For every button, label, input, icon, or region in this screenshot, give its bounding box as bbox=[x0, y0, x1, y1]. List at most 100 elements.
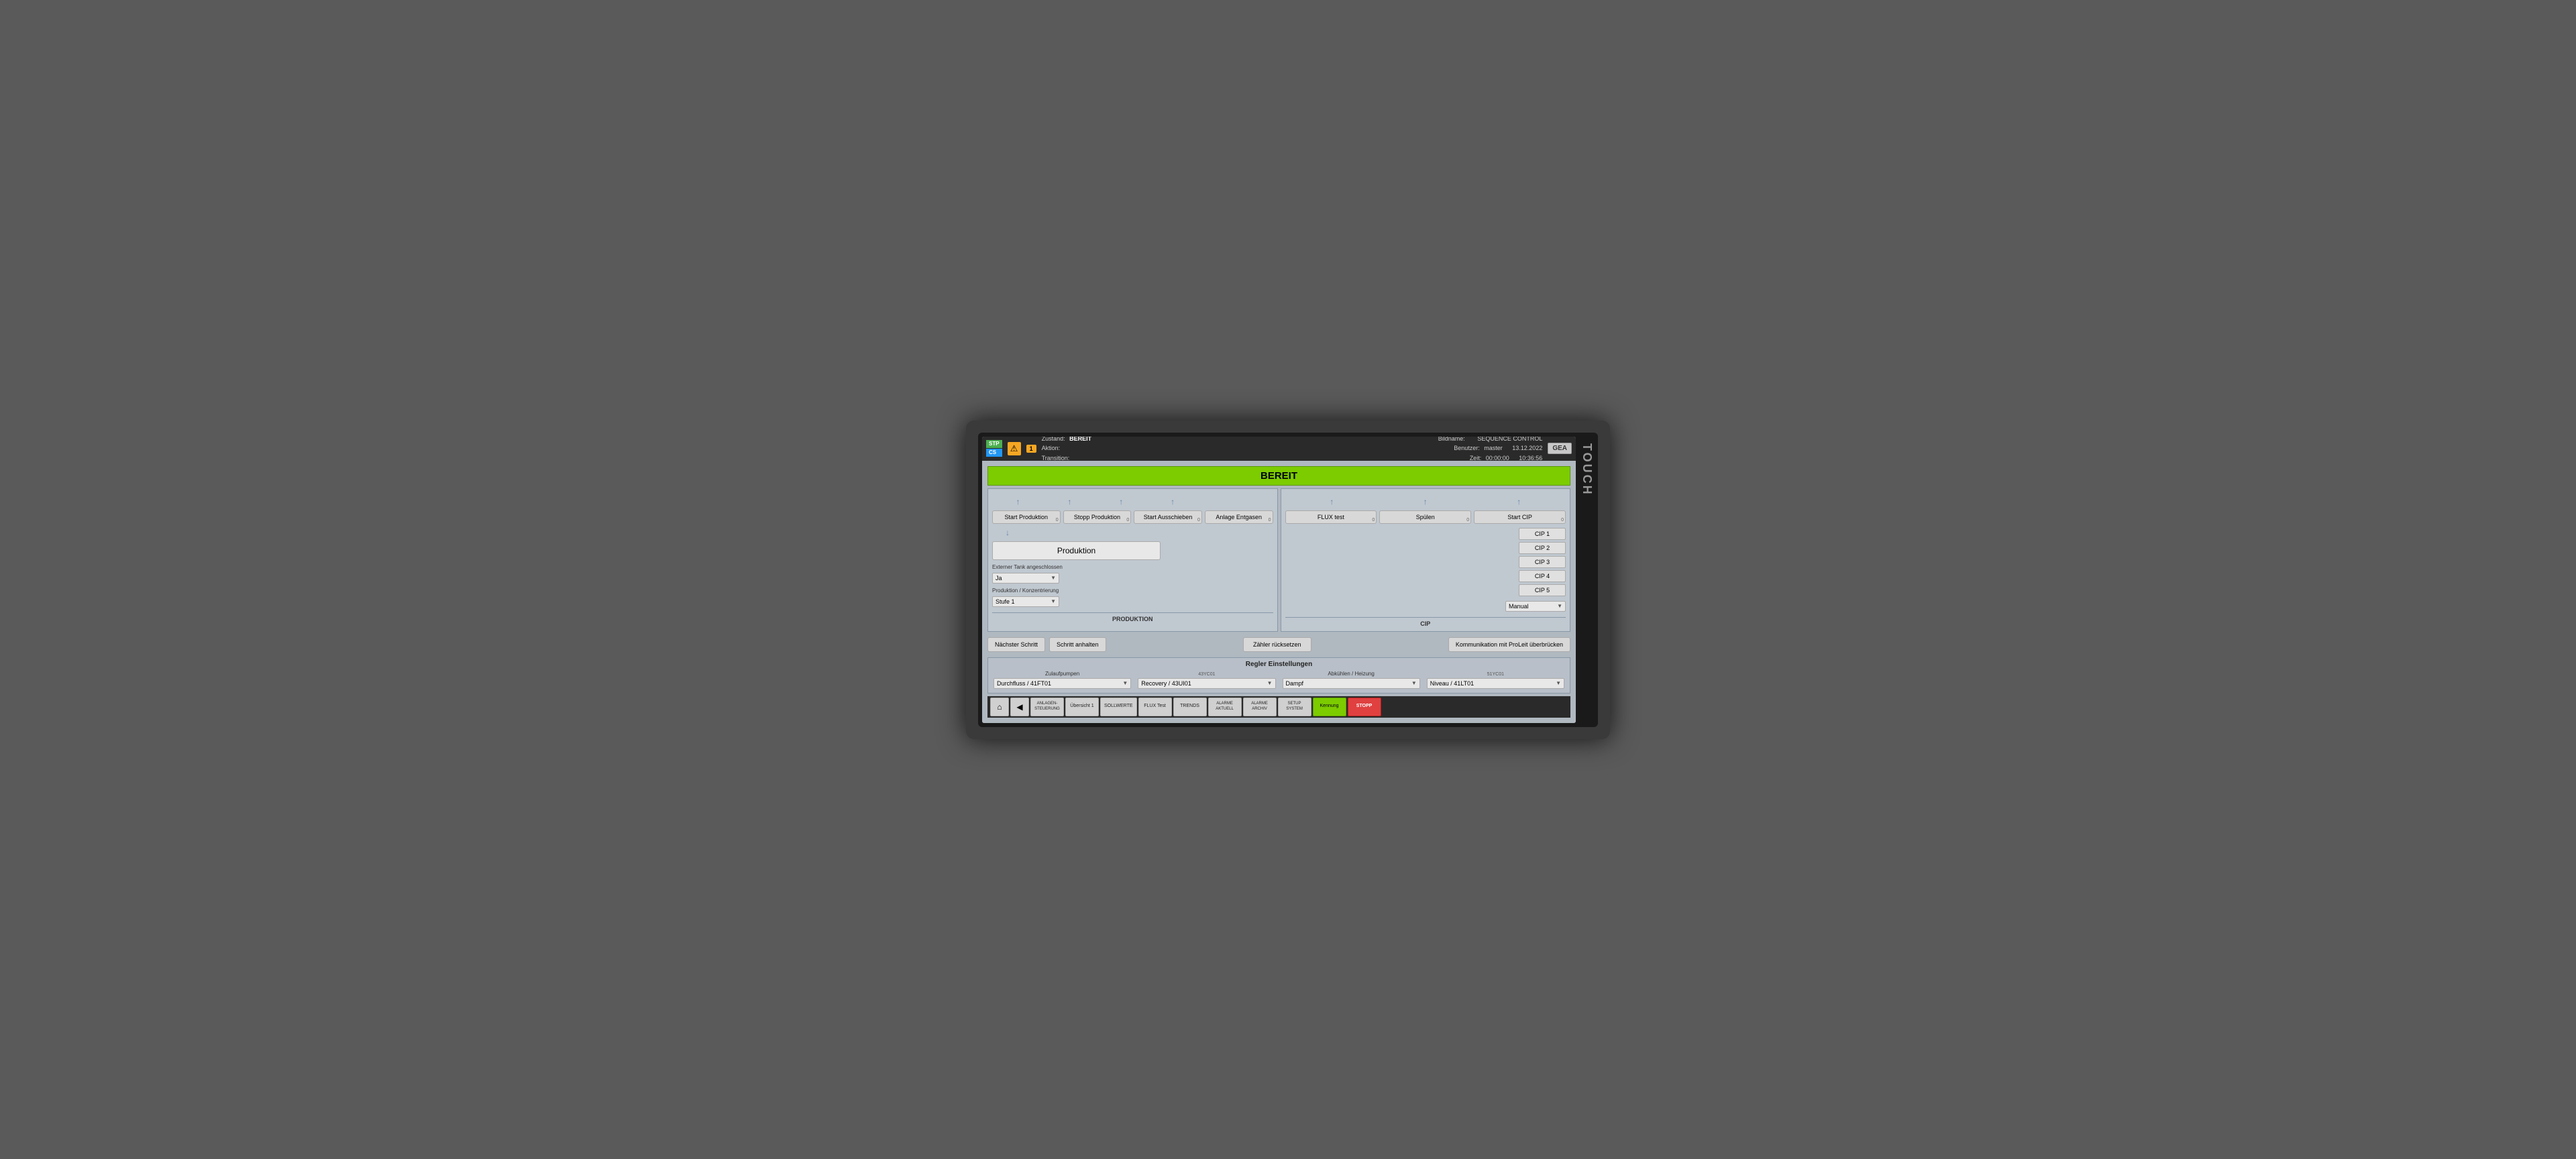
ext-tank-label: Externer Tank angeschlossen bbox=[992, 564, 1273, 570]
start-cip-btn[interactable]: Start CIP 0 bbox=[1474, 510, 1566, 524]
transition-label: Transition: bbox=[1042, 455, 1070, 461]
zaehler-ruecksetzen-btn[interactable]: Zähler rücksetzen bbox=[1243, 637, 1311, 652]
start-produktion-btn[interactable]: Start Produktion 0 bbox=[992, 510, 1061, 524]
regler-row: Zulaufpumpen Durchfluss / 41FT01 ▼ 43YC0… bbox=[994, 671, 1564, 689]
arrow-up-4: ↑ bbox=[1171, 497, 1175, 506]
warning-icon[interactable]: ⚠ bbox=[1008, 442, 1021, 455]
abkuehlung-value: Dampf bbox=[1286, 680, 1304, 687]
regler-section: Regler Einstellungen Zulaufpumpen Durchf… bbox=[987, 657, 1570, 694]
prod-konz-label: Produktion / Konzentrierung bbox=[992, 588, 1273, 594]
nav-stopp[interactable]: STOPP bbox=[1348, 698, 1381, 716]
produktion-btn-row: Start Produktion 0 Stopp Produktion 0 St… bbox=[992, 510, 1273, 524]
zeit-value: 00:00:00 bbox=[1486, 455, 1509, 461]
arrow-up-1: ↑ bbox=[1016, 497, 1020, 506]
cip-spacer bbox=[1285, 528, 1502, 612]
chevron-43yc01: ▼ bbox=[1267, 680, 1273, 686]
home-btn[interactable]: ⌂ bbox=[990, 698, 1009, 716]
nav-kennung[interactable]: Kennung bbox=[1313, 698, 1346, 716]
arrow-down-1: ↓ bbox=[1006, 528, 1010, 537]
ext-tank-value: Ja bbox=[996, 575, 1002, 582]
benutzer-label: Benutzer: bbox=[1454, 445, 1480, 451]
cip-arrow-up-3: ↑ bbox=[1517, 497, 1521, 506]
cip-btn-col: CIP 1 CIP 2 CIP 3 CIP 4 CIP 5 Manual ▼ bbox=[1505, 528, 1566, 612]
flux-test-btn[interactable]: FLUX test 0 bbox=[1285, 510, 1377, 524]
cip-arrow-up-2: ↑ bbox=[1424, 497, 1428, 506]
aktion-label: Aktion: bbox=[1042, 445, 1061, 451]
chevron-abkuehlung: ▼ bbox=[1411, 680, 1417, 686]
cip3-btn[interactable]: CIP 3 bbox=[1519, 556, 1566, 568]
start-ausschieben-btn[interactable]: Start Ausschieben 0 bbox=[1134, 510, 1202, 524]
nav-alarme-archiv[interactable]: ALARME ARCHIV bbox=[1243, 698, 1277, 716]
cip-arrow-row-up: ↑ ↑ ↑ bbox=[1285, 493, 1566, 506]
zustand-value: BEREIT bbox=[1069, 437, 1091, 442]
cs-badge: CS bbox=[986, 449, 1002, 457]
arrow-down-row: ↓ bbox=[992, 528, 1273, 537]
kommunikation-btn[interactable]: Kommunikation mit ProLeit überbrücken bbox=[1448, 637, 1570, 652]
naechster-schritt-btn[interactable]: Nächster Schritt bbox=[987, 637, 1045, 652]
top-right-info: Bildname: SEQUENCE CONTROL Benutzer: mas… bbox=[1438, 437, 1543, 463]
bildname-label: Bildname: bbox=[1438, 437, 1465, 442]
cip1-btn[interactable]: CIP 1 bbox=[1519, 528, 1566, 540]
warn-badge: 1 bbox=[1026, 445, 1036, 453]
seq-label: SEQUENCE CONTROL bbox=[1477, 437, 1542, 442]
stp-badge: STP bbox=[986, 440, 1002, 448]
main-content: BEREIT ↑ ↑ ↑ ↑ bbox=[982, 461, 1576, 723]
cip5-btn[interactable]: CIP 5 bbox=[1519, 584, 1566, 596]
nav-sollwerte[interactable]: SOLLWERTE bbox=[1100, 698, 1137, 716]
cip-manual-value: Manual bbox=[1509, 603, 1529, 610]
arrow-row-up: ↑ ↑ ↑ ↑ bbox=[992, 493, 1273, 506]
nav-anlagen-steuerung[interactable]: ANLAGEN- STEUERUNG bbox=[1030, 698, 1064, 716]
nav-flux-test[interactable]: FLUX Test bbox=[1138, 698, 1172, 716]
zulaufpumpen-col: Zulaufpumpen Durchfluss / 41FT01 ▼ bbox=[994, 671, 1131, 689]
zeit-label: Zeit: bbox=[1470, 455, 1482, 461]
chevron-zulauf: ▼ bbox=[1122, 680, 1128, 686]
abkuehlung-dropdown[interactable]: Dampf ▼ bbox=[1283, 678, 1420, 689]
prod-konz-value: Stufe 1 bbox=[996, 598, 1015, 605]
43yc01-col: 43YC01 Recovery / 43UI01 ▼ bbox=[1138, 672, 1275, 689]
nav-uebersicht1[interactable]: Übersicht 1 bbox=[1065, 698, 1099, 716]
cip-arrow-up-1: ↑ bbox=[1330, 497, 1334, 506]
time-display: 10:36:56 bbox=[1519, 455, 1542, 461]
43yc01-label: 43YC01 bbox=[1138, 672, 1275, 677]
nav-setup-system[interactable]: SETUP SYSTEM bbox=[1278, 698, 1311, 716]
benutzer-value: master bbox=[1484, 445, 1503, 451]
cip-options-area: CIP 1 CIP 2 CIP 3 CIP 4 CIP 5 Manual ▼ bbox=[1285, 528, 1566, 612]
prod-konz-dropdown[interactable]: Stufe 1 ▼ bbox=[992, 596, 1059, 607]
43yc01-dropdown[interactable]: Recovery / 43UI01 ▼ bbox=[1138, 678, 1275, 689]
51yc01-dropdown[interactable]: Niveau / 41LT01 ▼ bbox=[1427, 678, 1564, 689]
produktion-panel-label: PRODUKTION bbox=[992, 612, 1273, 622]
bottom-nav: ⌂ ◀ ANLAGEN- STEUERUNG Übersicht 1 SOLLW… bbox=[987, 696, 1570, 718]
chevron-icon: ▼ bbox=[1051, 575, 1056, 581]
51yc01-value: Niveau / 41LT01 bbox=[1430, 680, 1474, 687]
back-btn[interactable]: ◀ bbox=[1010, 698, 1029, 716]
prod-konz-section: Produktion / Konzentrierung Stufe 1 ▼ bbox=[992, 588, 1273, 607]
zulaufpumpen-dropdown[interactable]: Durchfluss / 41FT01 ▼ bbox=[994, 678, 1131, 689]
produktion-box-row: Produktion bbox=[992, 541, 1273, 560]
gea-logo: GEA bbox=[1548, 443, 1572, 454]
ext-tank-dropdown[interactable]: Ja ▼ bbox=[992, 573, 1059, 584]
panels-row: ↑ ↑ ↑ ↑ Start Produktion bbox=[987, 488, 1570, 632]
produktion-box[interactable]: Produktion bbox=[992, 541, 1161, 560]
cip-manual-dropdown[interactable]: Manual ▼ bbox=[1505, 601, 1566, 612]
stp-cs-badges: STP CS bbox=[986, 440, 1002, 456]
cip-btn-row: FLUX test 0 Spülen 0 Start CIP bbox=[1285, 510, 1566, 524]
top-status: Zustand: BEREIT Aktion: Transition: bbox=[1042, 437, 1433, 463]
spuelen-btn[interactable]: Spülen 0 bbox=[1379, 510, 1471, 524]
chevron-icon-2: ▼ bbox=[1051, 598, 1056, 604]
nav-alarme-aktuell[interactable]: ALARME AKTUELL bbox=[1208, 698, 1242, 716]
top-bar: STP CS ⚠ 1 Zustand: BEREIT Aktion: Trans… bbox=[982, 437, 1576, 461]
middle-row: Nächster Schritt Schritt anhalten Zähler… bbox=[987, 634, 1570, 655]
43yc01-value: Recovery / 43UI01 bbox=[1141, 680, 1191, 687]
cip-panel-label: CIP bbox=[1285, 617, 1566, 627]
nav-trends[interactable]: TRENDS bbox=[1173, 698, 1207, 716]
anlage-entgasen-btn[interactable]: Anlage Entgasen 0 bbox=[1205, 510, 1273, 524]
cip2-btn[interactable]: CIP 2 bbox=[1519, 542, 1566, 554]
stopp-produktion-btn[interactable]: Stopp Produktion 0 bbox=[1063, 510, 1132, 524]
schritt-anhalten-btn[interactable]: Schritt anhalten bbox=[1049, 637, 1106, 652]
cip4-btn[interactable]: CIP 4 bbox=[1519, 570, 1566, 582]
ext-tank-section: Externer Tank angeschlossen Ja ▼ bbox=[992, 564, 1273, 584]
cip-panel: ↑ ↑ ↑ FLUX test 0 bbox=[1281, 488, 1571, 632]
chevron-51yc01: ▼ bbox=[1556, 680, 1561, 686]
arrow-up-3: ↑ bbox=[1119, 497, 1123, 506]
abkuehlung-col: Abkühlen / Heizung Dampf ▼ bbox=[1283, 671, 1420, 689]
